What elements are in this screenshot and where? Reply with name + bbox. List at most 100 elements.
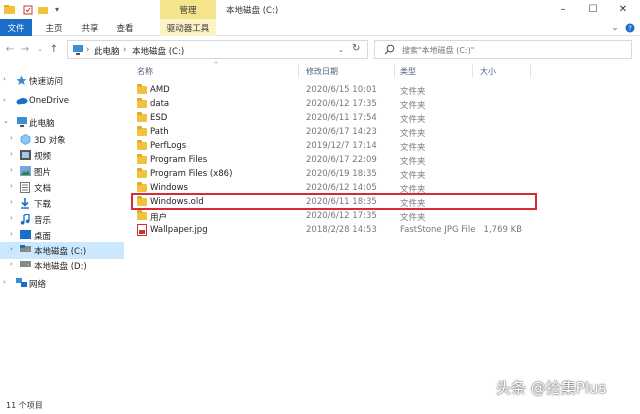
tab-share[interactable]: 共享 (74, 19, 106, 36)
chevron-right-icon[interactable]: › (3, 278, 6, 286)
sidebar-item-label: 视频 (34, 152, 52, 162)
star-icon (16, 75, 28, 86)
table-row[interactable]: Wallpaper.jpg 2018/2/28 14:53 FastStone … (131, 222, 537, 238)
sidebar-item-label: OneDrive (29, 96, 69, 106)
column-header-size[interactable]: 大小 (480, 66, 496, 77)
file-date: 2020/6/19 18:35 (306, 169, 377, 179)
sidebar-item-pictures[interactable]: › 图片 (0, 163, 124, 180)
column-divider[interactable] (472, 64, 473, 78)
folder-icon (137, 98, 147, 108)
sidebar-item-this-pc[interactable]: ⌄ 此电脑 (0, 114, 124, 131)
chevron-down-icon[interactable]: ⌄ (3, 117, 9, 125)
folder-icon (137, 84, 147, 94)
minimize-icon[interactable]: – (548, 0, 578, 19)
status-bar: 11 个项目 (0, 396, 640, 414)
chevron-right-icon[interactable]: › (10, 166, 13, 174)
forward-icon[interactable]: → (19, 42, 31, 56)
sidebar-item-music[interactable]: › 音乐 (0, 211, 124, 228)
folder-icon (137, 154, 147, 164)
chevron-right-icon: › (123, 45, 127, 55)
expand-ribbon-icon[interactable]: ⌄ (608, 20, 622, 35)
file-size: 1,769 KB (483, 225, 522, 235)
music-icon (20, 213, 32, 225)
tab-drive-tools[interactable]: 驱动器工具 (160, 19, 216, 36)
sidebar-item-local-disk-d[interactable]: › 本地磁盘 (D:) (0, 257, 124, 274)
breadcrumb-this-pc[interactable]: 此电脑 (94, 45, 120, 57)
close-icon[interactable]: ✕ (608, 0, 638, 19)
sidebar-item-label: 快速访问 (29, 77, 64, 87)
image-file-icon (137, 224, 147, 236)
folder-app-icon (3, 3, 15, 16)
search-input[interactable]: 搜索"本地磁盘 (C:)" (374, 40, 632, 59)
address-dropdown-icon[interactable]: ⌄ (338, 46, 344, 54)
file-date: 2020/6/12 17:35 (306, 211, 377, 221)
help-icon[interactable]: ? (623, 20, 637, 35)
sidebar-item-label: 图片 (34, 168, 52, 178)
tab-home[interactable]: 主页 (38, 19, 70, 36)
computer-icon (16, 117, 28, 128)
sidebar-item-onedrive[interactable]: › OneDrive (0, 93, 124, 110)
column-header-date[interactable]: 修改日期 (306, 66, 338, 77)
sidebar-item-documents[interactable]: › 文档 (0, 179, 124, 196)
sidebar-item-quick-access[interactable]: › 快速访问 (0, 72, 124, 89)
navigation-pane: › 快速访问 › OneDrive ⌄ 此电脑 › 3D 对象 › 视频 › 图… (0, 61, 124, 396)
picture-icon (20, 166, 32, 177)
chevron-right-icon[interactable]: › (10, 150, 13, 158)
properties-icon[interactable] (22, 3, 34, 16)
new-folder-quick-icon[interactable] (37, 3, 49, 16)
column-divider[interactable] (530, 64, 531, 78)
video-icon (20, 150, 32, 161)
sidebar-item-videos[interactable]: › 视频 (0, 147, 124, 164)
folder-icon (137, 182, 147, 192)
chevron-right-icon[interactable]: › (10, 182, 13, 190)
tab-view[interactable]: 查看 (109, 19, 141, 36)
breadcrumb-drive-c[interactable]: 本地磁盘 (C:) (132, 45, 184, 57)
svg-text:?: ? (628, 24, 632, 32)
folder-icon (137, 168, 147, 178)
sidebar-item-network[interactable]: › 网络 (0, 275, 124, 292)
chevron-right-icon[interactable]: › (3, 75, 6, 83)
file-date: 2020/6/17 22:09 (306, 155, 377, 165)
sidebar-item-downloads[interactable]: › 下载 (0, 195, 124, 212)
file-date: 2020/6/12 14:05 (306, 183, 377, 193)
file-name: data (150, 99, 170, 109)
chevron-right-icon[interactable]: › (10, 245, 13, 253)
folder-icon (137, 126, 147, 136)
customize-toolbar-icon[interactable]: ▾ (51, 3, 63, 16)
manage-tab[interactable]: 管理 (160, 0, 216, 19)
file-name: Path (150, 127, 169, 137)
back-icon[interactable]: ← (4, 42, 16, 56)
file-name: AMD (150, 85, 170, 95)
search-icon (384, 44, 395, 57)
chevron-right-icon[interactable]: › (3, 96, 6, 104)
desktop-icon (20, 230, 32, 241)
recent-locations-icon[interactable]: ⌄ (34, 42, 46, 56)
address-row: ← → ⌄ ↑ › 此电脑 › 本地磁盘 (C:) ⌄ ↻ 搜索"本地磁盘 (C… (0, 37, 640, 61)
up-icon[interactable]: ↑ (48, 42, 60, 56)
title-bar: ▾ 管理 本地磁盘 (C:) – ☐ ✕ (0, 0, 640, 19)
column-divider[interactable] (298, 64, 299, 78)
chevron-right-icon[interactable]: › (10, 134, 13, 142)
chevron-right-icon[interactable]: › (10, 198, 13, 206)
maximize-icon[interactable]: ☐ (578, 0, 608, 19)
refresh-icon[interactable]: ↻ (352, 43, 360, 54)
file-name: PerfLogs (150, 141, 187, 151)
search-placeholder: 搜索"本地磁盘 (C:)" (402, 46, 475, 55)
sidebar-item-label: 本地磁盘 (C:) (34, 247, 87, 257)
chevron-right-icon[interactable]: › (10, 230, 13, 238)
column-divider[interactable] (394, 64, 395, 78)
chevron-right-icon[interactable]: › (10, 260, 13, 268)
file-name: ESD (150, 113, 168, 123)
file-date: 2019/12/7 17:14 (306, 141, 377, 151)
column-header-type[interactable]: 类型 (400, 66, 416, 77)
address-bar[interactable]: › 此电脑 › 本地磁盘 (C:) ⌄ ↻ (67, 40, 368, 59)
tab-file[interactable]: 文件 (0, 19, 32, 36)
chevron-right-icon[interactable]: › (10, 214, 13, 222)
column-header-name[interactable]: 名称 (137, 66, 153, 77)
sidebar-item-label: 本地磁盘 (D:) (34, 262, 87, 272)
file-date: 2018/2/28 14:53 (306, 225, 377, 235)
sidebar-item-3d-objects[interactable]: › 3D 对象 (0, 131, 124, 148)
file-name: Wallpaper.jpg (150, 225, 208, 235)
file-name: Windows (150, 183, 188, 193)
sidebar-item-label: 网络 (29, 280, 47, 290)
